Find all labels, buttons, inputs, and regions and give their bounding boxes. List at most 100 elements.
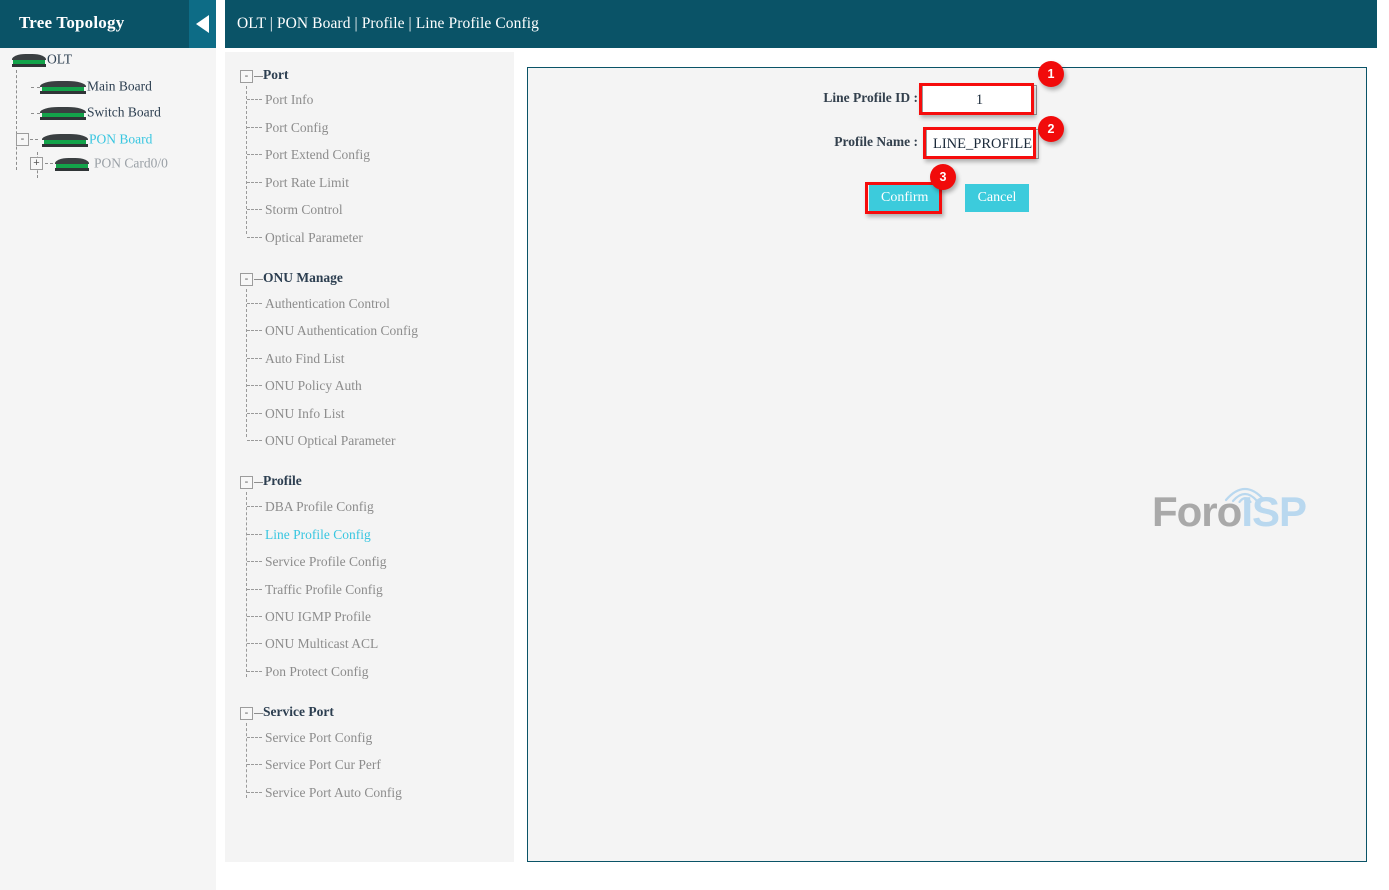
cancel-button[interactable]: Cancel <box>965 184 1029 212</box>
menu-group-label: Profile <box>263 473 302 488</box>
tree-node-pon-board[interactable]: PON Board <box>42 130 152 152</box>
menu-item-label: Auto Find List <box>265 351 345 366</box>
device-chassis-icon <box>42 131 88 148</box>
tree-node-label: OLT <box>47 51 73 67</box>
tree-connector <box>247 330 262 331</box>
line-profile-id-label: Line Profile ID : <box>823 90 918 105</box>
menu-item-label: Port Config <box>265 120 329 135</box>
tree-connector <box>247 154 262 155</box>
sidebar-title: Tree Topology <box>19 13 125 32</box>
tree-connector <box>254 279 263 280</box>
tree-connector <box>247 182 262 183</box>
tree-connector <box>247 440 262 441</box>
tree-connector <box>247 237 262 238</box>
tree-connector <box>247 643 262 644</box>
tree-connector <box>247 127 262 128</box>
device-chassis-icon <box>55 155 89 172</box>
form-row-profile-name: Profile Name : <box>528 129 918 159</box>
menu-group-label: Port <box>263 67 289 82</box>
top-breadcrumb-bar: OLT | PON Board | Profile | Line Profile… <box>225 0 1377 48</box>
breadcrumb: OLT | PON Board | Profile | Line Profile… <box>237 15 540 32</box>
navigation-menu-panel: - Port Port Info Port Config Port Extend… <box>225 52 514 862</box>
tree-connector <box>247 589 262 590</box>
tree-expander-pon-board[interactable]: - <box>16 133 29 146</box>
tree-node-label: Main Board <box>87 78 152 94</box>
menu-expander-icon[interactable]: - <box>240 707 253 720</box>
tree-connector <box>254 76 263 77</box>
annotation-badge-1: 1 <box>1038 61 1064 87</box>
tree-connector <box>247 792 262 793</box>
tree-connector <box>246 723 247 798</box>
menu-item-label: ONU Authentication Config <box>265 323 418 338</box>
menu-item-label: Storm Control <box>265 202 343 217</box>
menu-expander-icon[interactable]: - <box>240 70 253 83</box>
tree-node-label: Switch Board <box>87 104 161 120</box>
tree-connector <box>31 87 40 88</box>
topology-tree: OLT Main Board Switch Board - PON Board <box>0 48 216 890</box>
tree-connector <box>247 737 262 738</box>
tree-connector <box>246 86 247 234</box>
sidebar-header: Tree Topology <box>0 0 216 48</box>
tree-node-pon-card[interactable]: PON Card0/0 <box>55 154 168 176</box>
tree-connector <box>247 764 262 765</box>
tree-connector <box>246 289 247 437</box>
menu-item-label: ONU Optical Parameter <box>265 433 396 448</box>
tree-node-label: PON Board <box>89 131 153 147</box>
tree-connector <box>16 70 17 170</box>
menu-item-label: Port Extend Config <box>265 147 370 162</box>
tree-connector <box>246 492 247 677</box>
menu-item-label: Line Profile Config <box>265 527 371 542</box>
menu-expander-icon[interactable]: - <box>240 273 253 286</box>
sidebar-collapse-button[interactable] <box>189 0 216 48</box>
menu-item-label: Service Port Config <box>265 730 373 745</box>
tree-node-main-board[interactable]: Main Board <box>40 77 152 99</box>
tree-connector <box>247 209 262 210</box>
tree-connector <box>254 713 263 714</box>
tree-connector <box>30 139 38 140</box>
annotation-badge-2: 2 <box>1038 116 1064 142</box>
tree-connector <box>254 482 263 483</box>
tree-connector <box>247 303 262 304</box>
menu-item-label: Port Rate Limit <box>265 175 349 190</box>
tree-connector <box>247 534 262 535</box>
confirm-button[interactable]: Confirm <box>869 184 941 212</box>
tree-connector <box>247 561 262 562</box>
menu-item-label: Pon Protect Config <box>265 664 369 679</box>
menu-item-label: Optical Parameter <box>265 230 363 245</box>
tree-connector <box>247 413 262 414</box>
tree-connector <box>247 99 262 100</box>
menu-group-label: ONU Manage <box>263 270 343 285</box>
tree-connector <box>247 506 262 507</box>
menu-item-label: ONU Policy Auth <box>265 378 362 393</box>
tree-node-label: PON Card0/0 <box>94 155 168 171</box>
tree-connector <box>247 358 262 359</box>
tree-connector <box>31 113 40 114</box>
profile-name-label: Profile Name : <box>834 134 918 149</box>
profile-name-input[interactable] <box>926 129 1039 159</box>
tree-expander-pon-card[interactable]: + <box>30 157 43 170</box>
menu-group-label: Service Port <box>263 704 334 719</box>
tree-connector <box>45 163 53 164</box>
device-chassis-icon <box>40 104 86 121</box>
menu-item-label: ONU Multicast ACL <box>265 636 379 651</box>
menu-item-label: Service Profile Config <box>265 554 387 569</box>
tree-node-switch-board[interactable]: Switch Board <box>40 103 161 125</box>
signal-wave-icon <box>1224 487 1266 503</box>
menu-item-label: Service Port Auto Config <box>265 785 402 800</box>
annotation-badge-3: 3 <box>930 164 956 190</box>
menu-item-label: Service Port Cur Perf <box>265 757 381 772</box>
menu-item-label: Authentication Control <box>265 296 390 311</box>
tree-node-olt[interactable]: OLT <box>12 50 72 72</box>
device-chassis-icon <box>40 78 86 95</box>
menu-item-label: DBA Profile Config <box>265 499 374 514</box>
tree-connector <box>247 671 262 672</box>
line-profile-id-input[interactable] <box>922 85 1037 115</box>
application-window: Tree Topology OLT Main Board Switch Boar… <box>0 0 1389 890</box>
tree-connector <box>247 385 262 386</box>
device-chassis-icon <box>12 51 46 68</box>
menu-item-label: Traffic Profile Config <box>265 582 383 597</box>
tree-connector <box>247 616 262 617</box>
menu-item-label: Port Info <box>265 92 314 107</box>
menu-expander-icon[interactable]: - <box>240 476 253 489</box>
caret-left-icon <box>196 15 209 33</box>
